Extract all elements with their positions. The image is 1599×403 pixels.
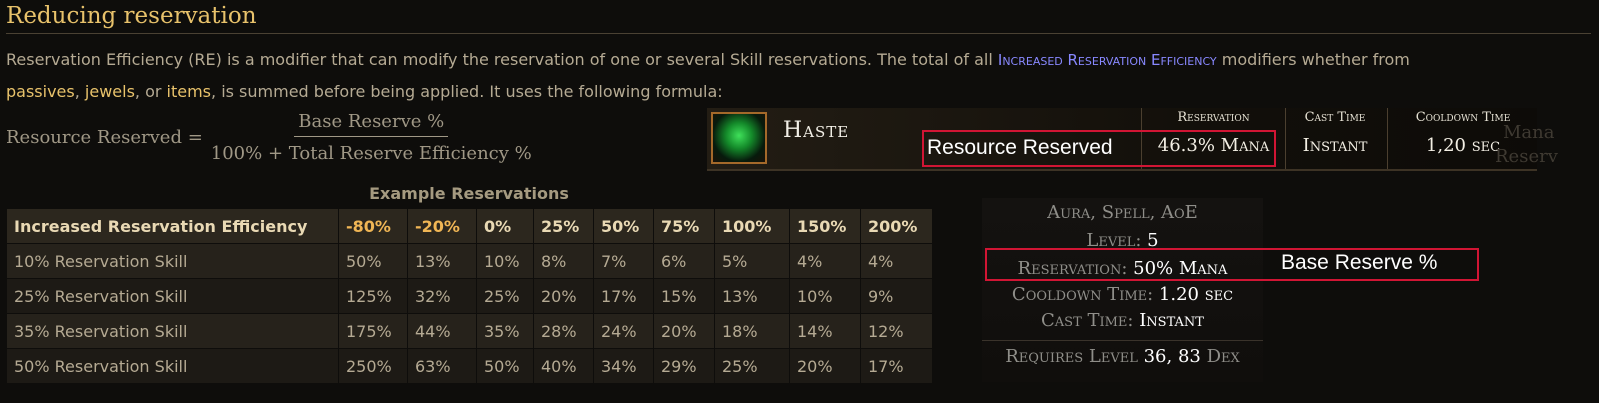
jewels-link[interactable]: jewels [85, 82, 135, 101]
table-cell: 13% [714, 278, 790, 314]
table-cell: 125% [338, 278, 408, 314]
table-row: 25% Reservation Skill 125% 32% 25% 20% 1… [6, 278, 933, 314]
table-cell: 44% [407, 313, 477, 349]
table-row: 35% Reservation Skill 175% 44% 35% 28% 2… [6, 313, 933, 349]
text-run: , or [134, 82, 167, 101]
table-cell: 34% [593, 348, 654, 384]
tooltip-requires-value: 36, 83 [1143, 346, 1201, 367]
table-cell: 17% [860, 348, 933, 384]
table-cell: 50% Reservation Skill [6, 348, 339, 384]
table-cell: 7% [593, 243, 654, 279]
table-cell: 10% [476, 243, 534, 279]
table-cell: 25% Reservation Skill [6, 278, 339, 314]
tooltip-requirements: Requires Level 36, 83 Dex [982, 346, 1263, 367]
table-cell: 5% [714, 243, 790, 279]
tooltip-cast-label: Cast Time: [1041, 310, 1140, 331]
table-row: 50% Reservation Skill 250% 63% 50% 40% 3… [6, 348, 933, 384]
table-cell: 8% [533, 243, 594, 279]
table-cell: 25% [476, 278, 534, 314]
tooltip-requires-label: Requires Level [1005, 346, 1144, 367]
tooltip-cooldown: Cooldown Time: 1.20 sec [982, 284, 1263, 305]
table-cell: 20% [653, 313, 715, 349]
table-cell: 13% [407, 243, 477, 279]
formula-fraction: Base Reserve % 100% + Total Reserve Effi… [211, 111, 532, 164]
table-cell: 12% [860, 313, 933, 349]
header-cell: -80% [338, 208, 408, 244]
header-cell: 0% [476, 208, 534, 244]
items-link[interactable]: items [167, 82, 211, 101]
faint-reserv-text: Reserv [1495, 146, 1558, 167]
header-cell: 75% [653, 208, 715, 244]
banner-cast-time-header: Cast Time [1304, 110, 1366, 125]
table-cell: 250% [338, 348, 408, 384]
table-cell: 29% [653, 348, 715, 384]
table-row: 10% Reservation Skill 50% 13% 10% 8% 7% … [6, 243, 933, 279]
example-reservations-table: Increased Reservation Efficiency -80% -2… [6, 208, 933, 384]
table-cell: 35% Reservation Skill [6, 313, 339, 349]
table-cell: 17% [593, 278, 654, 314]
table-cell: 175% [338, 313, 408, 349]
tooltip-requires-suffix: Dex [1200, 346, 1240, 367]
skill-tooltip: Aura, Spell, AoE Level: 5 Reservation: 5… [982, 198, 1263, 382]
table-cell: 15% [653, 278, 715, 314]
text-run: , is summed before being applied. It use… [211, 82, 723, 101]
text-run: modifiers whether from [1216, 50, 1410, 69]
table-cell: 9% [860, 278, 933, 314]
table-cell: 40% [533, 348, 594, 384]
table-cell: 50% [338, 243, 408, 279]
table-cell: 24% [593, 313, 654, 349]
table-cell: 6% [653, 243, 715, 279]
table-cell: 14% [789, 313, 861, 349]
table-cell: 32% [407, 278, 477, 314]
faint-mana-text: Mana [1503, 122, 1555, 143]
base-reserve-annotation: Base Reserve % [1281, 251, 1438, 274]
table-cell: 35% [476, 313, 534, 349]
header-cell: 50% [593, 208, 654, 244]
tooltip-cooldown-label: Cooldown Time: [1011, 284, 1159, 305]
passives-link[interactable]: passives [6, 82, 75, 101]
table-caption: Example Reservations [369, 184, 569, 203]
description-paragraph: Reservation Efficiency (RE) is a modifie… [6, 44, 1591, 107]
tooltip-cast-time: Cast Time: Instant [982, 310, 1263, 331]
table-header-row: Increased Reservation Efficiency -80% -2… [6, 208, 933, 244]
header-cell: 200% [860, 208, 933, 244]
header-cell: 25% [533, 208, 594, 244]
table-cell: 20% [533, 278, 594, 314]
table-cell: 20% [789, 348, 861, 384]
table-cell: 10% [789, 278, 861, 314]
table-cell: 25% [714, 348, 790, 384]
banner-reservation-header: Reservation [1177, 110, 1250, 125]
table-cell: 18% [714, 313, 790, 349]
tooltip-tags: Aura, Spell, AoE [1047, 202, 1198, 223]
banner-cast-time-value: Instant [1302, 135, 1368, 156]
tooltip-cooldown-value: 1.20 sec [1158, 284, 1234, 305]
header-cell: Increased Reservation Efficiency [6, 208, 339, 244]
formula-denominator: 100% + Total Reserve Efficiency % [210, 142, 532, 164]
header-cell: 100% [714, 208, 790, 244]
formula-lhs: Resource Reserved = [6, 126, 203, 148]
section-heading: Reducing reservation [6, 0, 1591, 34]
table-cell: 50% [476, 348, 534, 384]
table-cell: 63% [407, 348, 477, 384]
reservation-efficiency-link[interactable]: Increased Reservation Efficiency [998, 51, 1217, 69]
tooltip-separator [982, 340, 1263, 341]
haste-gem-icon [711, 112, 767, 164]
text-run: , [74, 82, 85, 101]
banner-cast-time-column: Cast Time Instant [1285, 108, 1384, 169]
header-cell: -20% [407, 208, 477, 244]
tooltip-cast-value: Instant [1139, 310, 1204, 331]
table-cell: 28% [533, 313, 594, 349]
resource-reserved-annotation: Resource Reserved [927, 136, 1113, 159]
reservation-formula: Resource Reserved = Base Reserve % 100% … [6, 104, 532, 170]
table-cell: 10% Reservation Skill [6, 243, 339, 279]
table-cell: 4% [860, 243, 933, 279]
skill-name: Haste [783, 118, 850, 143]
formula-numerator: Base Reserve % [294, 111, 449, 137]
table-cell: 4% [789, 243, 861, 279]
header-cell: 150% [789, 208, 861, 244]
text-run: Reservation Efficiency (RE) is a modifie… [6, 50, 998, 69]
